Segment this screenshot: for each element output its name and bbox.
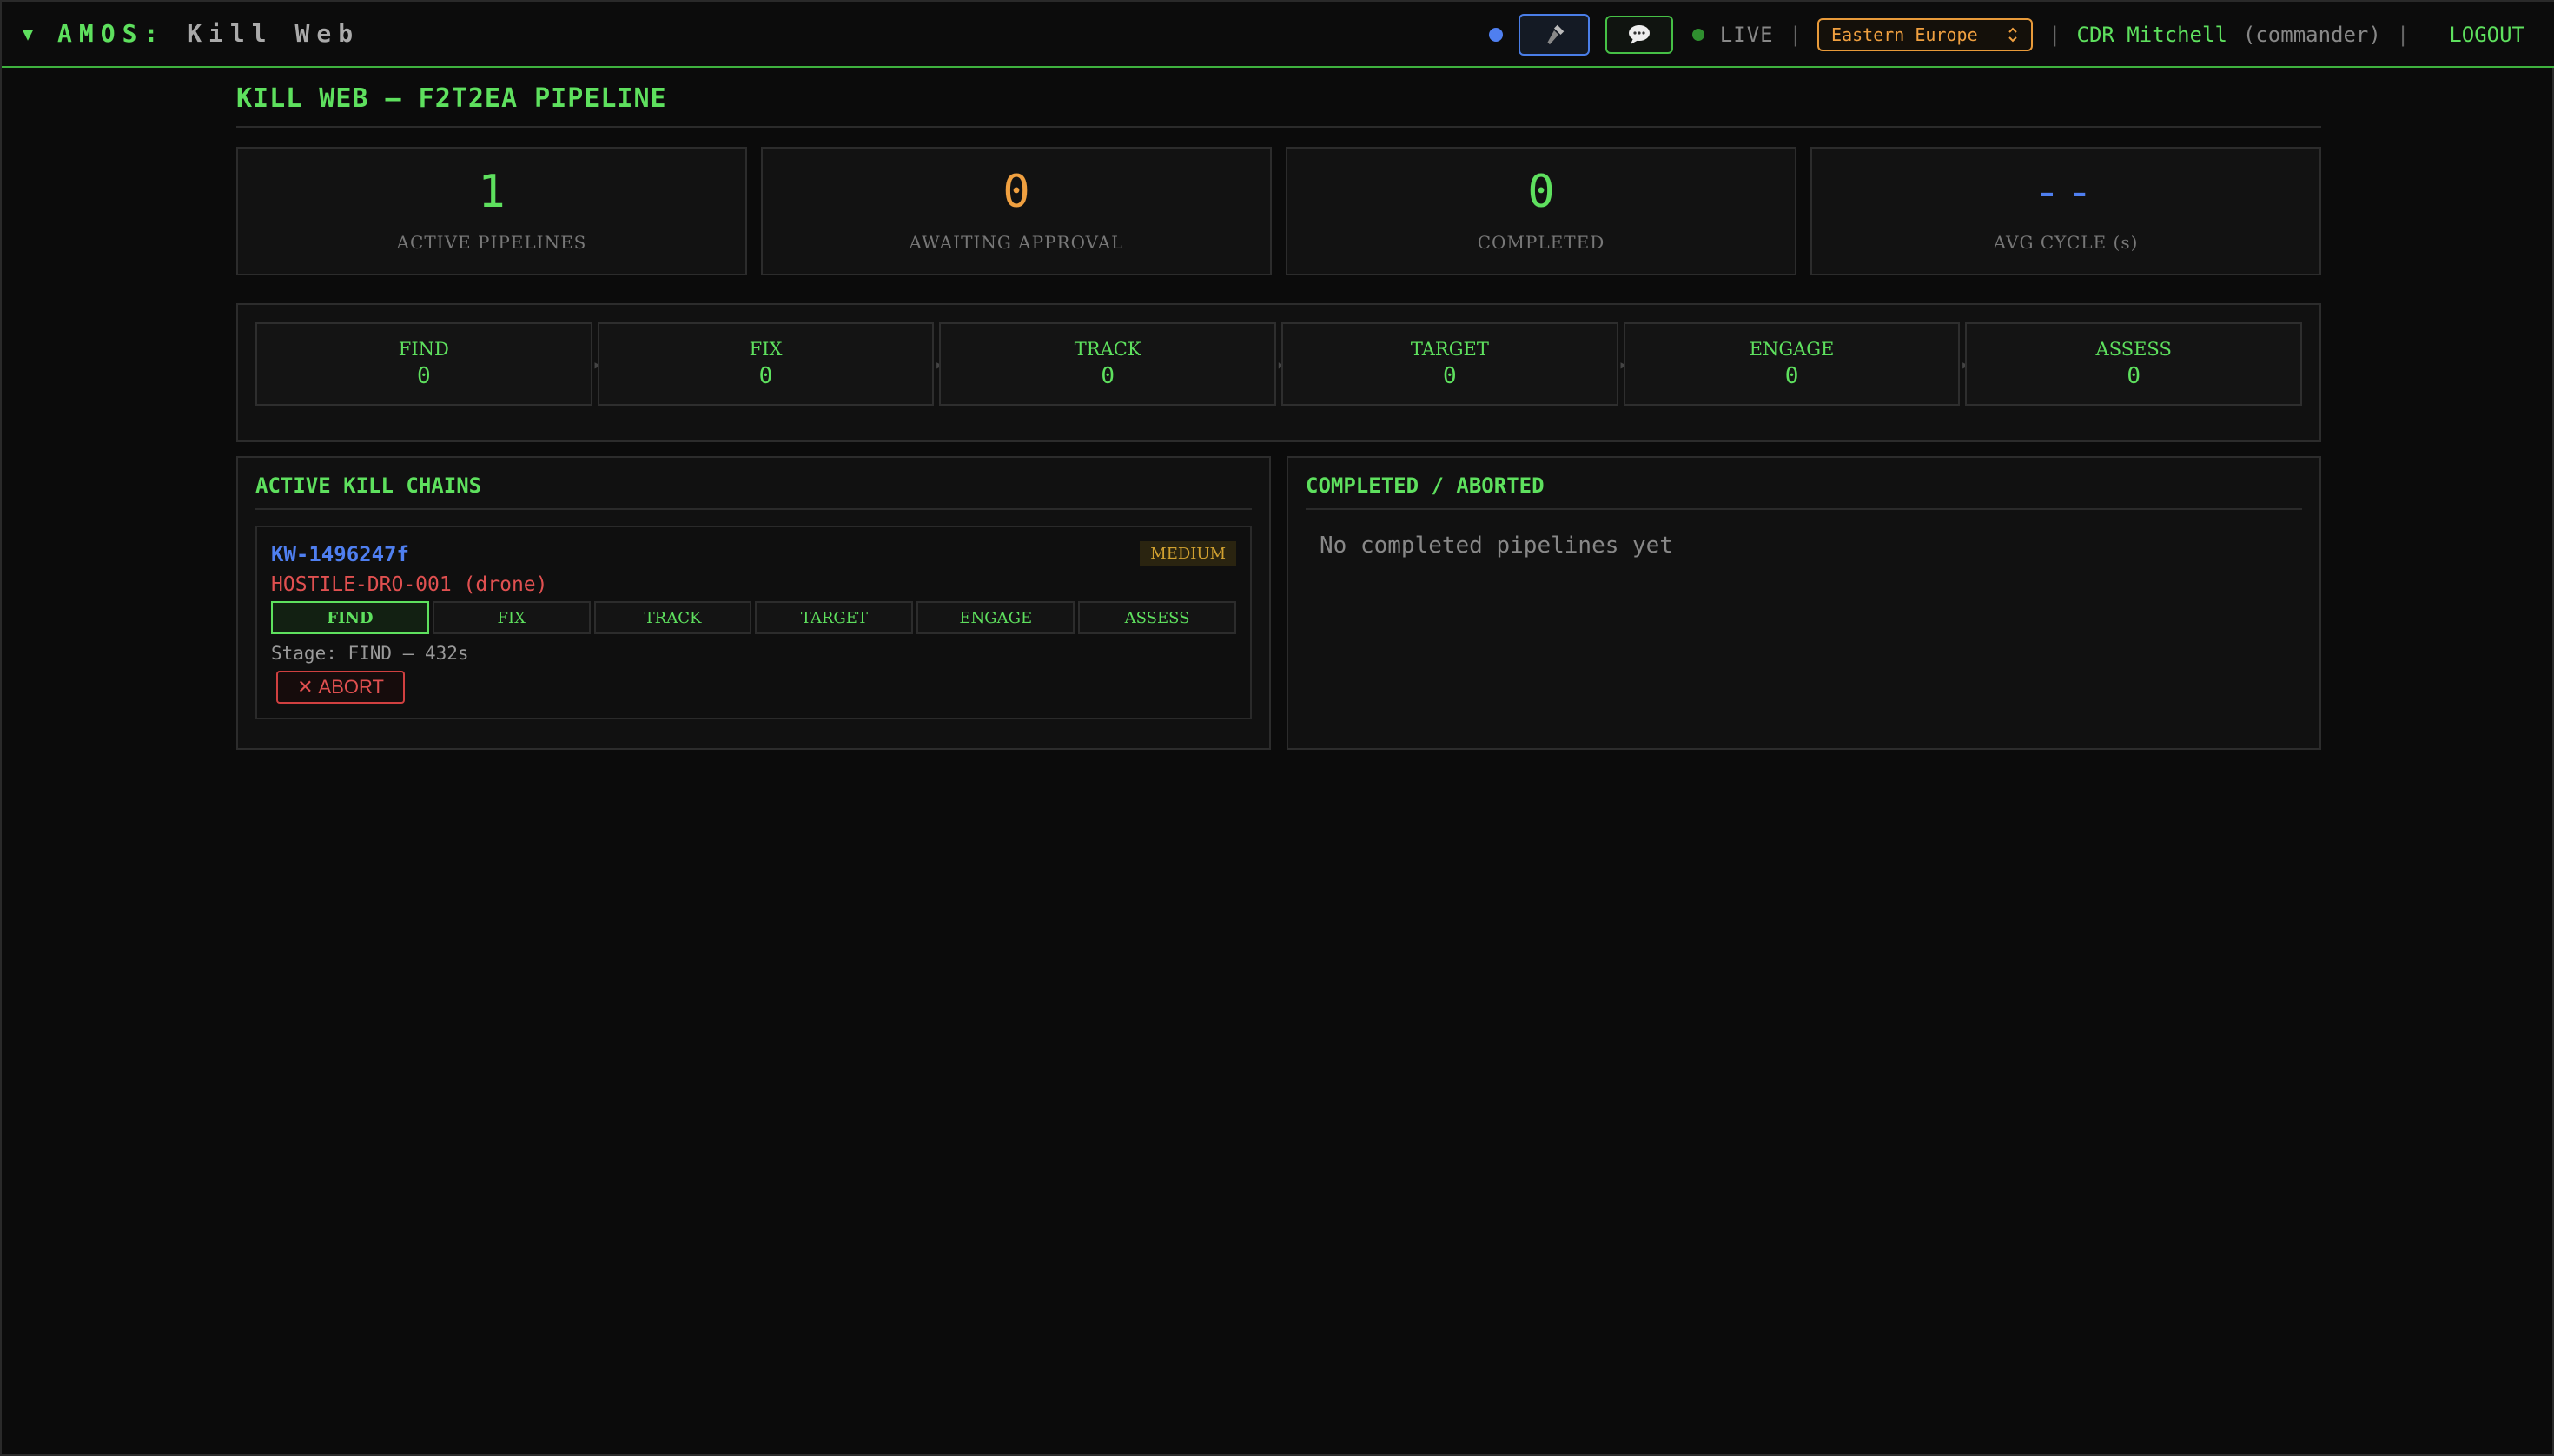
panel-title: ACTIVE KILL CHAINS bbox=[255, 473, 1252, 510]
kill-chain-progress: FIND FIX TRACK TARGET ENGAGE ASSESS bbox=[271, 601, 1236, 634]
active-kill-chains-panel: ACTIVE KILL CHAINS KW-1496247f MEDIUM HO… bbox=[236, 456, 1271, 750]
abort-label: ABORT bbox=[318, 676, 384, 698]
top-bar-controls: LIVE | Eastern Europe | CDR Mitchell (co… bbox=[1488, 14, 2524, 56]
stage-name: ENGAGE bbox=[1749, 339, 1835, 360]
stage-name: FIND bbox=[398, 339, 449, 360]
stat-card-awaiting-approval: 0 AWAITING APPROVAL bbox=[761, 147, 1272, 275]
chain-stage-assess: ASSESS bbox=[1078, 601, 1236, 634]
stat-value: 1 bbox=[478, 166, 506, 218]
panels-row: ACTIVE KILL CHAINS KW-1496247f MEDIUM HO… bbox=[236, 456, 2321, 750]
separator: | bbox=[2396, 23, 2410, 47]
stage-name: TARGET bbox=[1410, 339, 1489, 360]
main-content: KILL WEB — F2T2EA PIPELINE 1 ACTIVE PIPE… bbox=[236, 83, 2321, 750]
stat-card-active-pipelines: 1 ACTIVE PIPELINES bbox=[236, 147, 747, 275]
stage-count: 0 bbox=[2127, 363, 2141, 389]
app-title: AMOS: Kill Web bbox=[57, 19, 360, 48]
chain-stage-fix: FIX bbox=[432, 601, 591, 634]
chain-stage-engage: ENGAGE bbox=[916, 601, 1075, 634]
chain-stage-find: FIND bbox=[271, 601, 429, 634]
microphone-icon bbox=[1547, 24, 1565, 45]
app-window: ▼ AMOS: Kill Web LIVE | Eastern Europe |… bbox=[0, 0, 2554, 1456]
stage-count: 0 bbox=[1784, 363, 1799, 389]
brand: ▼ AMOS: Kill Web bbox=[23, 19, 360, 48]
top-bar: ▼ AMOS: Kill Web LIVE | Eastern Europe |… bbox=[2, 2, 2554, 68]
stat-label: AWAITING APPROVAL bbox=[909, 232, 1124, 253]
stat-value: -- bbox=[2033, 166, 2099, 218]
separator: | bbox=[1789, 23, 1803, 47]
live-status-icon bbox=[1691, 29, 1704, 41]
kill-chain-header: KW-1496247f MEDIUM bbox=[271, 541, 1236, 566]
live-status-label: LIVE bbox=[1719, 23, 1774, 47]
stage-name: ASSESS bbox=[2095, 339, 2172, 360]
stage-target[interactable]: TARGET 0 ▶ bbox=[1281, 322, 1627, 406]
stage-find[interactable]: FIND 0 ▶ bbox=[255, 322, 601, 406]
panel-title: COMPLETED / ABORTED bbox=[1306, 473, 2302, 510]
kill-chain-id[interactable]: KW-1496247f bbox=[271, 542, 409, 566]
current-stage-status: Stage: FIND — 432s bbox=[271, 643, 469, 664]
stage-name: FIX bbox=[749, 339, 783, 360]
brand-name: AMOS: bbox=[57, 19, 166, 48]
microphone-button[interactable] bbox=[1518, 14, 1590, 56]
collapse-toggle-icon[interactable]: ▼ bbox=[23, 23, 33, 44]
select-chevron-icon bbox=[2008, 27, 2017, 43]
stat-value: 0 bbox=[1002, 166, 1030, 218]
close-icon: ✕ bbox=[297, 676, 314, 698]
region-select[interactable]: Eastern Europe bbox=[1817, 18, 2034, 51]
priority-badge: MEDIUM bbox=[1140, 541, 1236, 566]
empty-state-message: No completed pipelines yet bbox=[1320, 533, 1673, 559]
abort-button[interactable]: ✕ ABORT bbox=[276, 671, 405, 704]
stat-card-avg-cycle: -- AVG CYCLE (s) bbox=[1810, 147, 2321, 275]
pipeline-stages: FIND 0 ▶ FIX 0 ▶ TRACK 0 ▶ TARGET 0 ▶ EN… bbox=[236, 303, 2321, 442]
stage-count: 0 bbox=[758, 363, 773, 389]
connection-indicator-icon bbox=[1488, 28, 1503, 42]
stage-count: 0 bbox=[1101, 363, 1115, 389]
stage-track[interactable]: TRACK 0 ▶ bbox=[939, 322, 1285, 406]
brand-subtitle: Kill Web bbox=[187, 19, 361, 48]
region-select-value: Eastern Europe bbox=[1831, 24, 1978, 45]
user-name: CDR Mitchell bbox=[2076, 23, 2227, 47]
chain-stage-track: TRACK bbox=[593, 601, 752, 634]
page-title: KILL WEB — F2T2EA PIPELINE bbox=[236, 83, 2321, 128]
completed-aborted-panel: COMPLETED / ABORTED No completed pipelin… bbox=[1287, 456, 2321, 750]
stage-assess[interactable]: ASSESS 0 bbox=[1965, 322, 2303, 406]
stage-count: 0 bbox=[417, 363, 431, 389]
chain-stage-target: TARGET bbox=[755, 601, 914, 634]
stat-value: 0 bbox=[1527, 166, 1555, 218]
user-role: (commander) bbox=[2242, 23, 2381, 47]
stage-fix[interactable]: FIX 0 ▶ bbox=[597, 322, 943, 406]
stage-engage[interactable]: ENGAGE 0 ▶ bbox=[1623, 322, 1968, 406]
kill-chain-card: KW-1496247f MEDIUM HOSTILE-DRO-001 (dron… bbox=[255, 526, 1252, 719]
chat-icon bbox=[1628, 25, 1650, 44]
chat-button[interactable] bbox=[1605, 16, 1673, 54]
target-designation: HOSTILE-DRO-001 (drone) bbox=[271, 573, 548, 596]
logout-button[interactable]: LOGOUT bbox=[2449, 23, 2524, 47]
stat-label: AVG CYCLE (s) bbox=[1993, 232, 2139, 253]
stats-row: 1 ACTIVE PIPELINES 0 AWAITING APPROVAL 0… bbox=[236, 147, 2321, 275]
stage-name: TRACK bbox=[1074, 339, 1141, 360]
stage-count: 0 bbox=[1443, 363, 1457, 389]
stat-label: ACTIVE PIPELINES bbox=[396, 232, 587, 253]
stat-card-completed: 0 COMPLETED bbox=[1286, 147, 1796, 275]
separator: | bbox=[2048, 23, 2061, 47]
stat-label: COMPLETED bbox=[1477, 232, 1605, 253]
